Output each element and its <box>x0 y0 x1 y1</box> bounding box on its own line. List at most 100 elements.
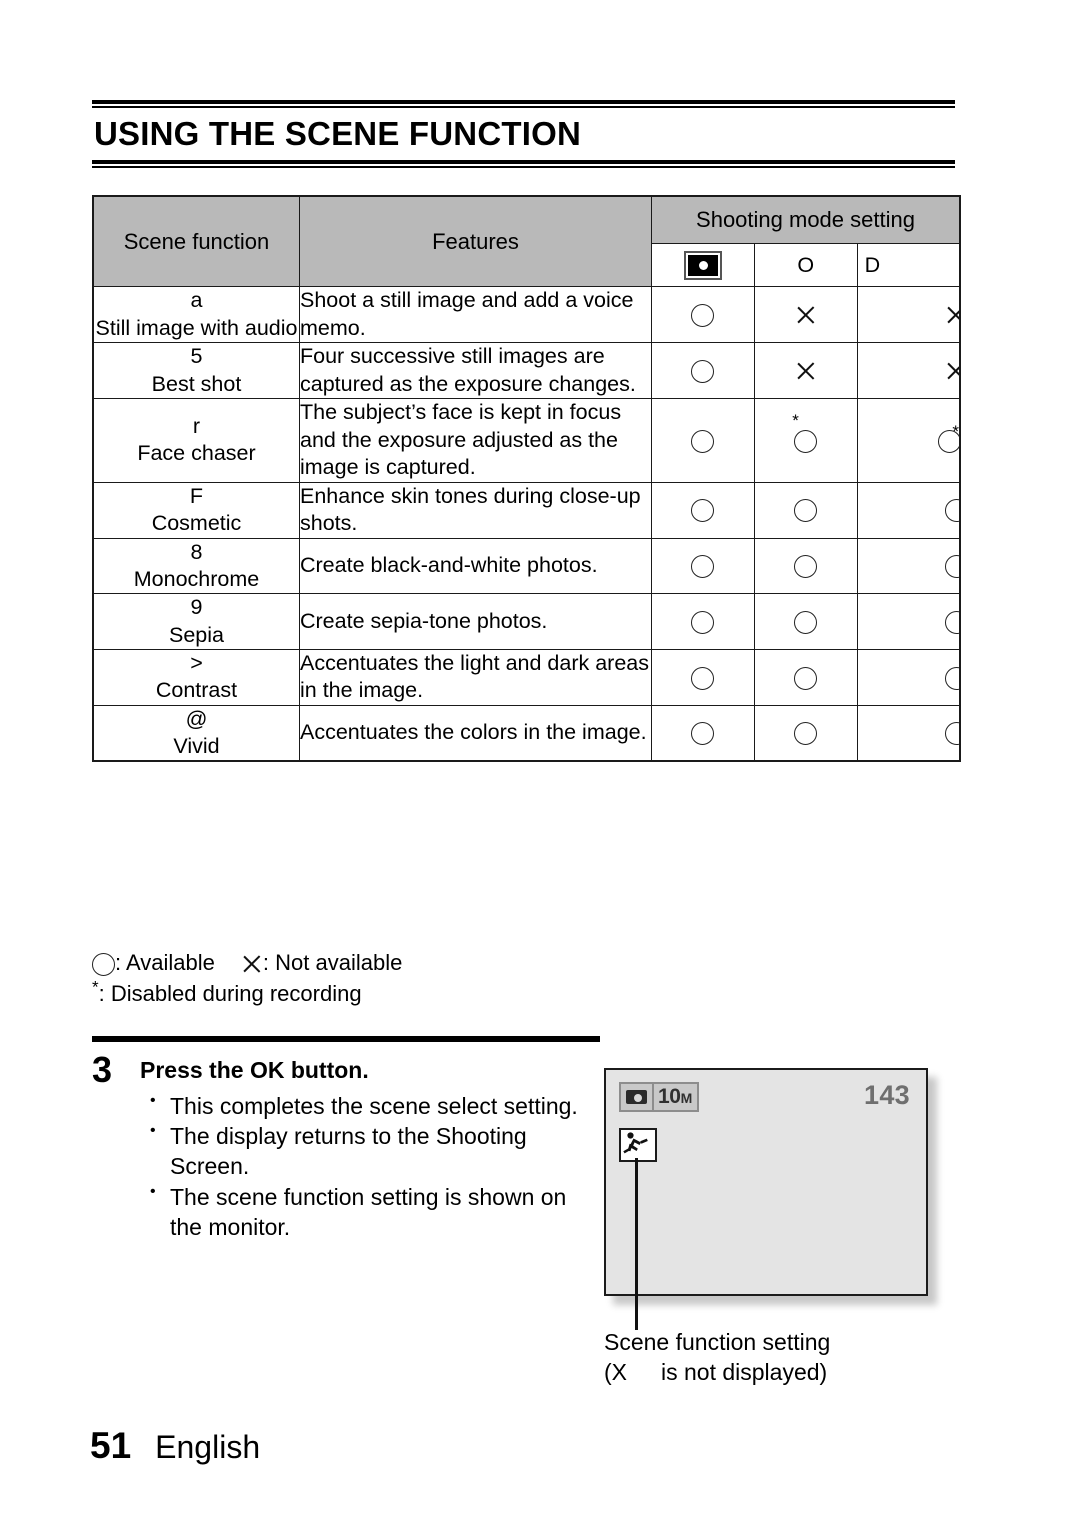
page-header: USING THE SCENE FUNCTION <box>92 100 955 168</box>
availability-mark <box>945 555 960 579</box>
circle-icon <box>945 722 960 746</box>
step-bullet-item: The display returns to the Shooting Scre… <box>140 1121 585 1182</box>
circle-icon <box>794 429 818 453</box>
availability-mark <box>795 304 817 326</box>
availability-mark: * <box>792 412 818 453</box>
availability-cell <box>651 704 755 762</box>
availability-mark <box>945 304 959 326</box>
availability-cell <box>651 648 755 706</box>
table-row: r Face chaser The subject’s face is kept i… <box>92 398 961 483</box>
cross-icon <box>795 304 817 326</box>
scene-function-cell: 9 Sepia <box>92 593 300 650</box>
resolution-label: 10M <box>654 1084 697 1110</box>
availability-mark <box>691 303 715 327</box>
feature-cell: Enhance skin tones during close-up shots… <box>299 481 652 539</box>
availability-cell <box>753 285 858 344</box>
availability-cell <box>856 481 961 539</box>
cross-icon <box>945 360 959 382</box>
remaining-shots-count: 143 <box>864 1080 910 1110</box>
availability-cell <box>856 593 961 650</box>
manual-page: USING THE SCENE FUNCTION Scene function … <box>0 0 1080 1521</box>
availability-cell <box>753 342 858 400</box>
feature-cell: Four successive still images are capture… <box>299 342 652 400</box>
scene-name-label: Best shot <box>151 371 242 396</box>
table-row: @ Vivid Accentuates the colors in the imag… <box>92 704 961 762</box>
scene-function-cell: > Contrast <box>92 648 300 706</box>
availability-mark <box>691 359 715 383</box>
cross-icon <box>241 953 263 975</box>
availability-cell <box>753 704 858 762</box>
scene-name-label: Contrast <box>155 678 238 703</box>
availability-mark <box>794 499 818 523</box>
scene-name-label: Sepia <box>169 622 224 647</box>
caption-line-2: (X is not displayed) <box>604 1358 830 1388</box>
scene-name-label: Monochrome <box>133 566 260 591</box>
language-label: English <box>155 1429 261 1465</box>
scene-symbol-glyph: a <box>190 288 203 313</box>
availability-mark <box>945 610 960 634</box>
circle-icon <box>691 429 715 453</box>
caption-line-2-open: (X <box>604 1358 627 1385</box>
scene-symbol-glyph: 5 <box>190 344 203 369</box>
availability-cell <box>856 648 961 706</box>
circle-icon <box>794 499 818 523</box>
availability-cell <box>651 285 755 344</box>
col-header-scene-function: Scene function <box>92 195 300 287</box>
scene-function-cell: F Cosmetic <box>92 481 300 539</box>
step-title: Press the OK button. <box>140 1057 369 1083</box>
availability-mark <box>795 360 817 382</box>
col-header-shooting-mode-setting: Shooting mode setting <box>651 195 961 244</box>
step-divider-rule <box>92 1036 600 1042</box>
scene-symbol-glyph: 8 <box>190 539 203 564</box>
table-row: > Contrast Accentuates the light and dark … <box>92 648 961 706</box>
availability-cell <box>856 704 961 762</box>
mode-header-camera <box>651 243 755 287</box>
circle-icon <box>691 555 715 579</box>
scene-symbol-glyph: > <box>190 651 203 676</box>
availability-cell <box>856 285 961 344</box>
col-header-features: Features <box>299 195 652 287</box>
leader-line <box>635 1158 638 1330</box>
step-bullet-list: This completes the scene select setting.… <box>140 1091 585 1243</box>
availability-mark <box>691 666 715 690</box>
circle-icon <box>691 499 715 523</box>
scene-name-label: Vivid <box>173 734 220 759</box>
circle-icon <box>945 610 960 634</box>
circle-icon <box>691 610 715 634</box>
availability-cell <box>753 537 858 595</box>
asterisk-icon: * <box>952 421 959 441</box>
feature-cell: Create black-and-white photos. <box>299 537 652 595</box>
availability-cell: * <box>856 398 961 483</box>
table-row: 5 Best shot Four successive still images a… <box>92 342 961 400</box>
availability-mark <box>794 555 818 579</box>
step-number: 3 <box>92 1049 113 1090</box>
availability-mark <box>691 555 715 579</box>
video-mode-glyph: O <box>797 252 815 277</box>
availability-mark <box>691 610 715 634</box>
circle-icon <box>945 555 960 579</box>
legend-available-text: : Available <box>115 950 215 975</box>
circle-icon <box>945 666 960 690</box>
scene-name-label: Cosmetic <box>151 511 242 536</box>
availability-mark <box>691 429 715 453</box>
mode-header-audio: D <box>856 243 961 287</box>
feature-cell: Create sepia-tone photos. <box>299 593 652 650</box>
resolution-value: 10 <box>658 1085 681 1108</box>
scene-symbol-glyph: @ <box>185 706 208 731</box>
availability-cell <box>753 481 858 539</box>
feature-cell: Accentuates the light and dark areas in … <box>299 648 652 706</box>
caption-line-2-rest: is not displayed) <box>661 1358 828 1385</box>
circle-icon <box>691 666 715 690</box>
scene-name-label: Still image with audio <box>95 315 298 340</box>
availability-cell <box>753 593 858 650</box>
scene-function-cell: 5 Best shot <box>92 342 300 400</box>
audio-mode-glyph: D <box>864 252 881 277</box>
scene-function-cell: @ Vivid <box>92 704 300 762</box>
circle-icon <box>691 359 715 383</box>
availability-cell <box>753 648 858 706</box>
feature-cell: Shoot a still image and add a voice memo… <box>299 285 652 344</box>
availability-mark <box>691 722 715 746</box>
circle-icon <box>794 722 818 746</box>
table-legend: : Available: Not available *: Disabled d… <box>92 948 402 1009</box>
feature-cell: The subject’s face is kept in focus and … <box>299 398 652 483</box>
